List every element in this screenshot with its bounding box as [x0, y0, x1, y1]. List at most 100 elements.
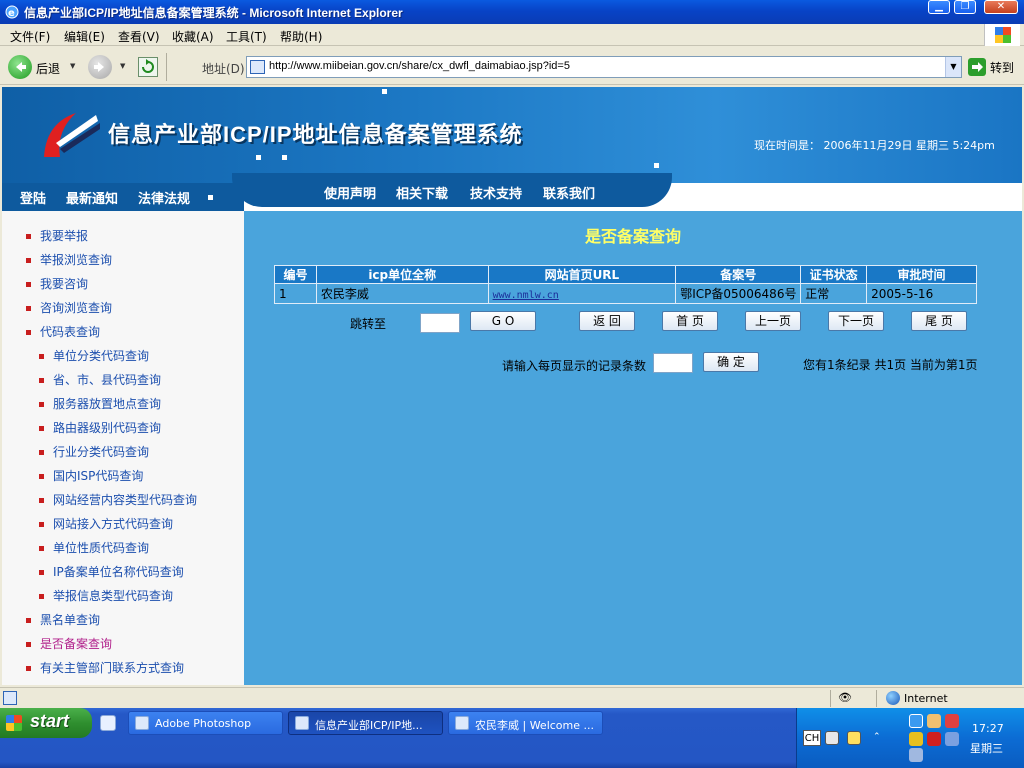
- per-page-input[interactable]: [653, 353, 693, 373]
- address-dropdown-icon[interactable]: ▼: [945, 57, 961, 77]
- back-dropdown-icon[interactable]: ▼: [70, 62, 75, 70]
- minimize-button[interactable]: ▁: [928, 0, 950, 14]
- menu-help[interactable]: 帮助(H): [280, 28, 322, 45]
- main-content: 是否备案查询 编号 icp单位全称 网站首页URL 备案号 证书状态 审批时间 …: [244, 211, 1022, 685]
- sidebar-item[interactable]: 单位性质代码查询: [39, 539, 149, 556]
- tray-help-icon[interactable]: [847, 731, 861, 745]
- banner-dot: [382, 89, 387, 94]
- menu-favorites[interactable]: 收藏(A): [172, 28, 214, 45]
- cell-unit-name: 农民李威: [315, 283, 489, 304]
- tray-network-icon[interactable]: [945, 732, 959, 746]
- task-ie-welcome[interactable]: 农民李威 | Welcome ...: [448, 711, 603, 735]
- return-button[interactable]: 返 回: [579, 311, 635, 331]
- back-arrow-icon: [16, 62, 26, 72]
- site-url-link[interactable]: www.nmlw.cn: [493, 290, 559, 301]
- bullet-icon: [26, 306, 31, 311]
- task-ie-icp-system[interactable]: 信息产业部ICP/IP地...: [288, 711, 443, 735]
- sidebar-item[interactable]: 单位分类代码查询: [39, 347, 149, 364]
- sidebar-item[interactable]: 代码表查询: [26, 323, 100, 340]
- sidebar-item[interactable]: 是否备案查询: [26, 635, 112, 652]
- sidebar-item[interactable]: 服务器放置地点查询: [39, 395, 161, 412]
- sidebar-item[interactable]: 我要咨询: [26, 275, 88, 292]
- forward-dropdown-icon[interactable]: ▼: [120, 62, 125, 70]
- per-page-label: 请输入每页显示的记录条数: [502, 359, 647, 373]
- col-header-record-no: 备案号: [675, 265, 802, 284]
- bullet-icon: [26, 234, 31, 239]
- menu-file[interactable]: 文件(F): [10, 28, 50, 45]
- privacy-icon[interactable]: 👁: [838, 691, 852, 704]
- sidebar-item-label: 举报浏览查询: [40, 253, 113, 267]
- start-label: start: [30, 711, 70, 731]
- bullet-icon: [26, 642, 31, 647]
- sidebar-item-label: 国内ISP代码查询: [53, 469, 144, 483]
- sidebar-item[interactable]: 举报信息类型代码查询: [39, 587, 173, 604]
- bullet-icon: [39, 498, 44, 503]
- sidebar-item[interactable]: 举报浏览查询: [26, 251, 112, 268]
- tray-clock[interactable]: 17:27: [972, 722, 1004, 735]
- sidebar-item[interactable]: 国内ISP代码查询: [39, 467, 143, 484]
- sidebar-item-label: 服务器放置地点查询: [53, 397, 162, 411]
- sidebar-item[interactable]: 行业分类代码查询: [39, 443, 149, 460]
- address-url[interactable]: http://www.miibeian.gov.cn/share/cx_dwfl…: [269, 60, 570, 72]
- back-label[interactable]: 后退: [36, 60, 60, 77]
- prev-page-button[interactable]: 上一页: [745, 311, 801, 331]
- sidebar-item[interactable]: IP备案单位名称代码查询: [39, 563, 184, 580]
- nav-usage-statement[interactable]: 使用声明: [324, 183, 376, 202]
- system-tray: CH ⌃ 17:27 星期三: [796, 708, 1024, 768]
- tray-volume-icon[interactable]: [909, 748, 923, 762]
- quick-launch-ie-icon[interactable]: [100, 715, 116, 731]
- sidebar-item[interactable]: 咨询浏览查询: [26, 299, 112, 316]
- sidebar-item-label: 咨询浏览查询: [40, 301, 113, 315]
- tray-shield-icon[interactable]: [909, 732, 923, 746]
- page-title: 是否备案查询: [584, 229, 681, 246]
- nav-tech-support[interactable]: 技术支持: [470, 183, 522, 202]
- nav-laws[interactable]: 法律法规: [138, 188, 190, 207]
- nav-downloads[interactable]: 相关下载: [396, 183, 448, 202]
- tray-antivirus-icon[interactable]: [927, 732, 941, 746]
- nav-latest-notice[interactable]: 最新通知: [66, 188, 118, 207]
- tray-expand-icon[interactable]: ⌃: [873, 732, 881, 742]
- status-bar: 👁 Internet: [0, 687, 1024, 708]
- cell-approval-date: 2005-5-16: [866, 283, 977, 304]
- tray-messenger-icon[interactable]: [927, 714, 941, 728]
- refresh-icon[interactable]: [138, 57, 158, 77]
- sidebar-item[interactable]: 路由器级别代码查询: [39, 419, 161, 436]
- address-bar[interactable]: http://www.miibeian.gov.cn/share/cx_dwfl…: [246, 56, 962, 78]
- record-summary: 您有1条纪录 共1页 当前为第1页: [803, 358, 978, 372]
- next-page-button[interactable]: 下一页: [828, 311, 884, 331]
- nav-login[interactable]: 登陆: [20, 188, 46, 207]
- tray-check-icon[interactable]: [909, 714, 923, 728]
- task-photoshop[interactable]: Adobe Photoshop: [128, 711, 283, 735]
- sidebar-item[interactable]: 网站接入方式代码查询: [39, 515, 173, 532]
- address-label: 地址(D): [202, 62, 245, 76]
- forward-button[interactable]: [88, 55, 112, 79]
- jump-label: 跳转至: [350, 317, 387, 331]
- ie-icon: e: [5, 5, 19, 19]
- sidebar-item[interactable]: 省、市、县代码查询: [39, 371, 161, 388]
- last-page-button[interactable]: 尾 页: [911, 311, 967, 331]
- cell-record-no: 鄂ICP备05006486号: [675, 283, 802, 304]
- menu-edit[interactable]: 编辑(E): [64, 28, 105, 45]
- input-language-indicator[interactable]: CH: [803, 730, 821, 746]
- go-page-button[interactable]: G O: [470, 311, 536, 331]
- menu-bar: 文件(F) 编辑(E) 查看(V) 收藏(A) 工具(T) 帮助(H): [0, 24, 1024, 46]
- sidebar-item[interactable]: 我要举报: [26, 227, 88, 244]
- confirm-button[interactable]: 确 定: [703, 352, 759, 372]
- maximize-button[interactable]: ❐: [954, 0, 976, 14]
- sidebar-item[interactable]: 网站经营内容类型代码查询: [39, 491, 197, 508]
- go-button[interactable]: 转到: [968, 56, 1022, 78]
- start-button[interactable]: start: [0, 708, 92, 738]
- sidebar-item[interactable]: 有关主管部门联系方式查询: [26, 659, 184, 676]
- bullet-icon: [39, 402, 44, 407]
- first-page-button[interactable]: 首 页: [662, 311, 718, 331]
- nav-contact-us[interactable]: 联系我们: [543, 183, 595, 202]
- window-titlebar[interactable]: e 信息产业部ICP/IP地址信息备案管理系统 - Microsoft Inte…: [0, 0, 1024, 24]
- tray-keyboard-icon[interactable]: [825, 731, 839, 745]
- jump-page-input[interactable]: [420, 313, 460, 333]
- close-button[interactable]: ✕: [984, 0, 1018, 14]
- menu-view[interactable]: 查看(V): [118, 28, 160, 45]
- sidebar-item[interactable]: 黑名单查询: [26, 611, 100, 628]
- back-button[interactable]: [8, 55, 32, 79]
- tray-qq-icon[interactable]: [945, 714, 959, 728]
- menu-tools[interactable]: 工具(T): [226, 28, 267, 45]
